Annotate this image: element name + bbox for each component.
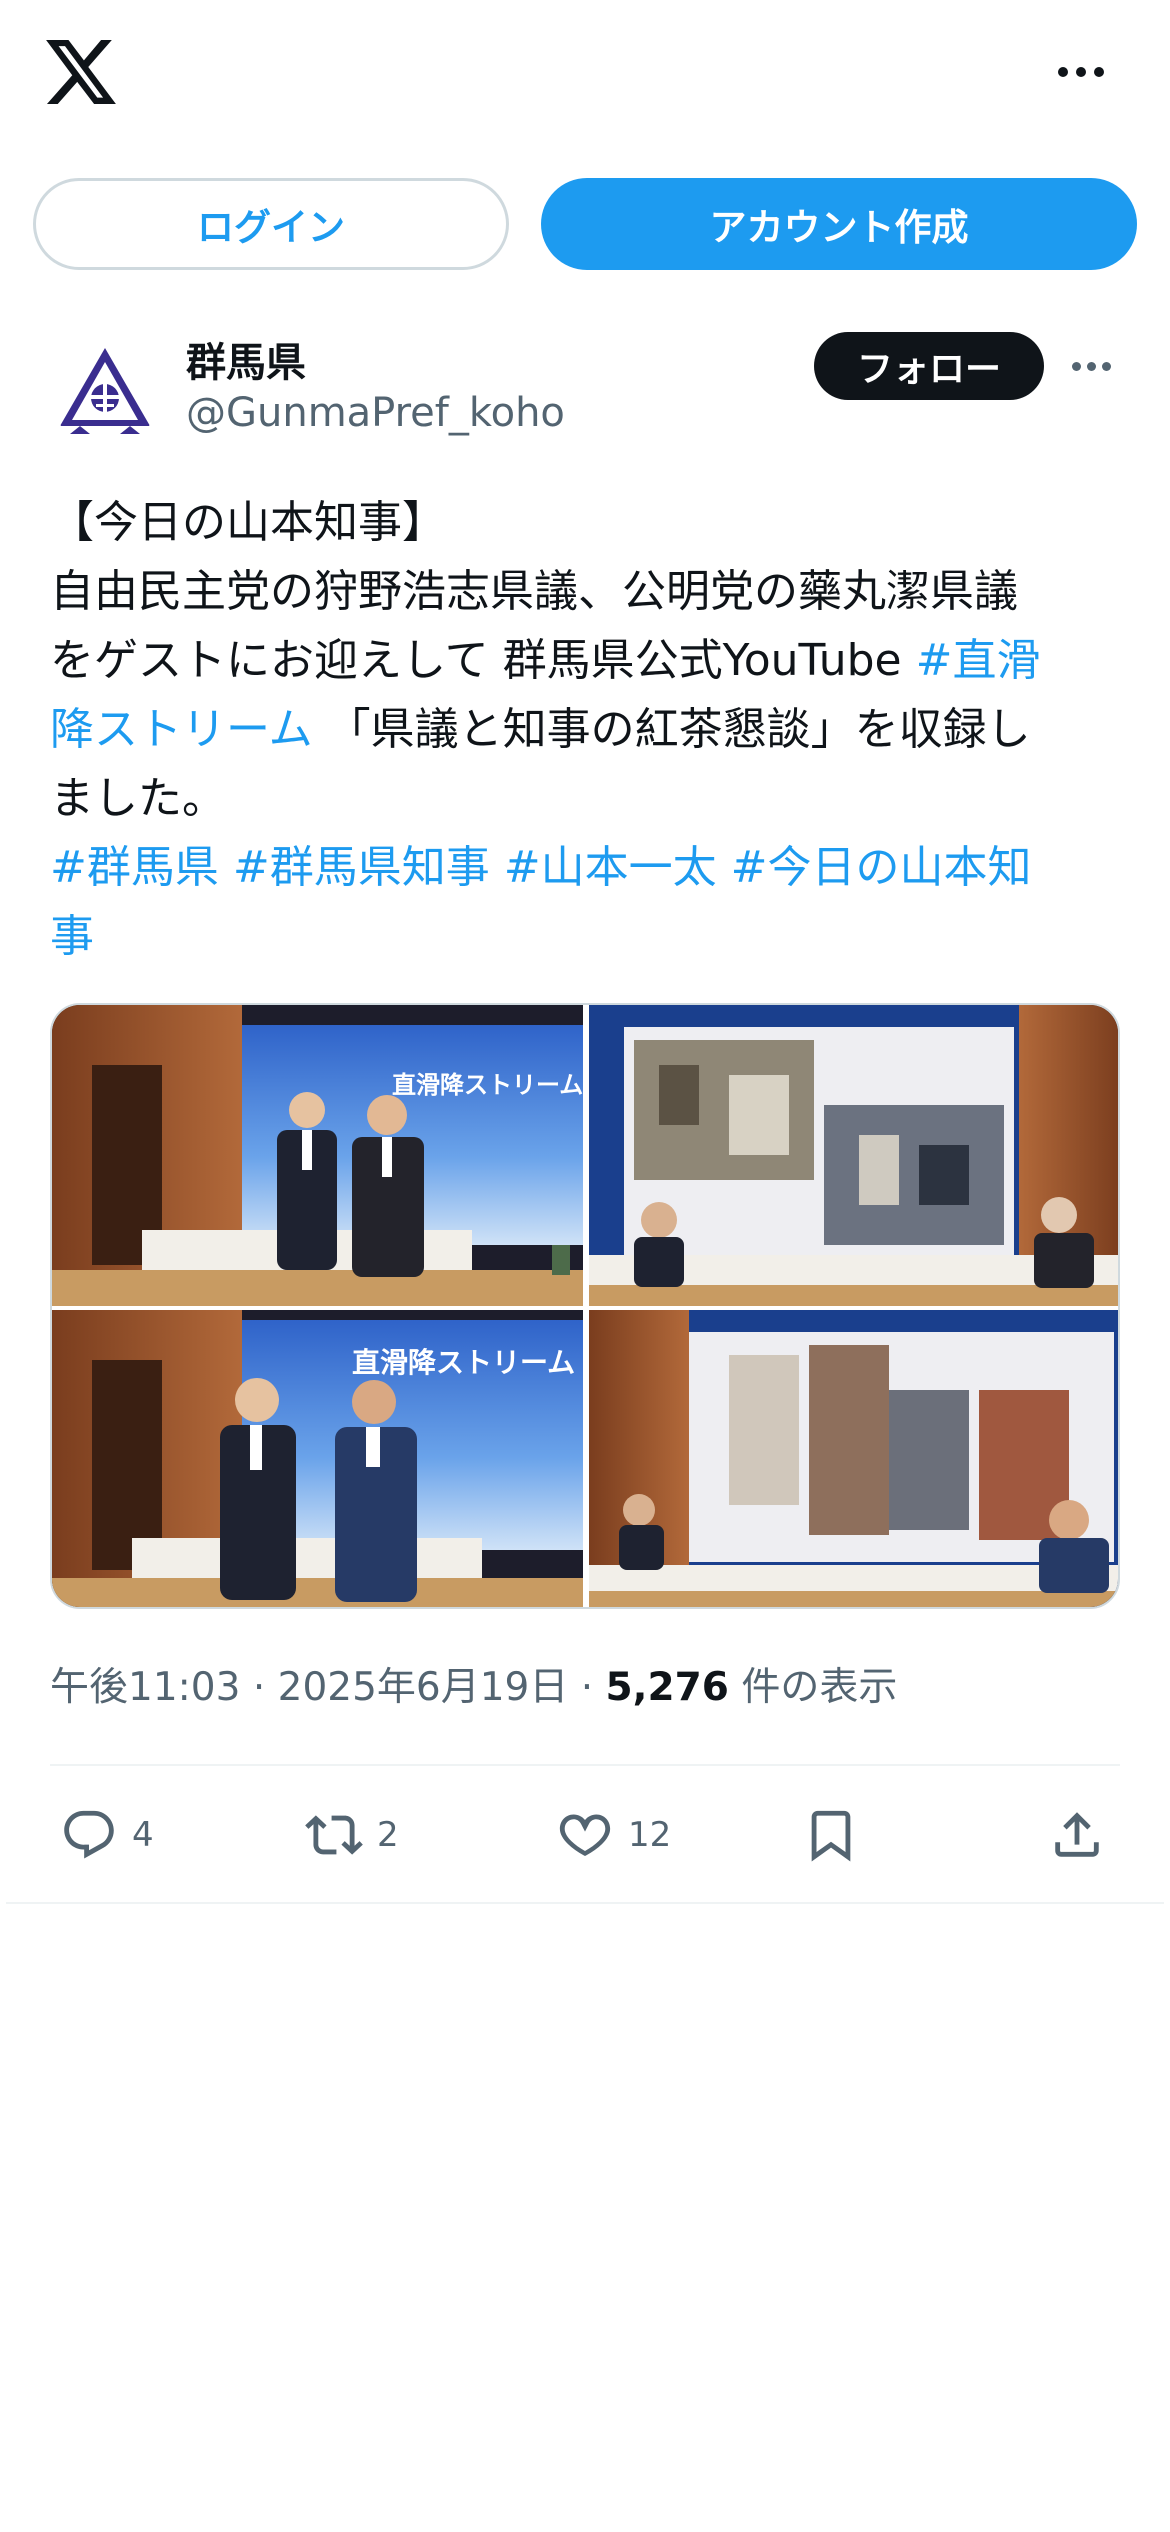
like-button[interactable]: 12 [556,1800,671,1870]
reply-button[interactable]: 4 [60,1800,154,1870]
media-grid: 直滑降ストリーム 直滑降ストリーム [50,1003,1120,1609]
retweet-count: 2 [377,1815,399,1855]
tweet-date[interactable]: 2025年6月19日 [278,1665,569,1710]
tweet-line: ました。 [50,773,226,824]
bookmark-icon [811,1810,851,1862]
hashtag-link[interactable]: #今日の山本知 [731,842,1032,893]
login-button[interactable]: ログイン [33,178,509,270]
hashtag-link[interactable]: #群馬県知事 [233,842,490,893]
top-bar [0,0,1170,150]
divider [50,1764,1120,1766]
tweet-line: 【今日の山本知事】 [50,497,446,548]
banner-text: 直滑降ストリーム [392,1071,583,1099]
more-icon[interactable] [1072,360,1116,372]
tweet-meta: 午後11:03 · 2025年6月19日 · 5,276 件の表示 [50,1656,897,1712]
tweet-text: 【今日の山本知事】 自由民主党の狩野浩志県議、公明党の藥丸潔県議 をゲストにお迎… [50,488,1125,971]
hashtag-link[interactable]: #直滑 [916,635,1041,686]
tweet-text-segment: をゲストにお迎えして 群馬県公式YouTube [50,635,916,686]
tweet-author: 群馬県 @GunmaPref_koho フォロー [0,320,1170,450]
bookmark-button[interactable] [802,1800,860,1870]
share-icon [1055,1812,1099,1857]
display-name[interactable]: 群馬県 [186,330,306,388]
views-count: 5,276 [605,1665,729,1710]
user-handle[interactable]: @GunmaPref_koho [186,390,565,436]
auth-buttons: ログイン アカウント作成 [0,178,1170,272]
hashtag-line: #群馬県 #群馬県知事 #山本一太 #今日の山本知 [50,833,1125,902]
heart-icon [559,1814,611,1857]
reply-icon [64,1810,114,1859]
meta-separator: · [580,1665,594,1710]
tweet-photo[interactable]: 直滑降ストリーム [52,1310,583,1609]
retweet-icon [305,1815,363,1855]
tweet-line: 降ストリーム 「県議と知事の紅茶懇談」を収録し [50,695,1125,764]
hashtag-link[interactable]: 事 [50,902,1125,971]
create-account-button[interactable]: アカウント作成 [541,178,1137,270]
divider [6,1902,1164,1904]
hashtag-link[interactable]: #山本一太 [504,842,717,893]
retweet-button[interactable]: 2 [305,1800,399,1870]
follow-button[interactable]: フォロー [814,332,1044,400]
meta-separator: · [252,1665,266,1710]
tweet-photo[interactable] [589,1310,1120,1609]
banner-text: 直滑降ストリーム [352,1346,575,1379]
tweet-line: をゲストにお迎えして 群馬県公式YouTube #直滑 [50,626,1125,695]
tweet-photo[interactable]: 直滑降ストリーム [52,1005,583,1306]
hashtag-link[interactable]: #群馬県 [50,842,219,893]
hashtag-link[interactable]: 降ストリーム [50,704,313,755]
more-icon[interactable] [1058,64,1110,80]
tweet-line: 自由民主党の狩野浩志県議、公明党の藥丸潔県議 [50,566,1018,617]
share-button[interactable] [1048,1800,1106,1870]
tweet-photo[interactable] [589,1005,1120,1306]
tweet-actions: 4 2 12 [0,1800,1170,1870]
like-count: 12 [628,1815,672,1855]
x-logo-icon[interactable] [46,40,116,104]
views-label: 件の表示 [741,1665,898,1710]
reply-count: 4 [132,1815,154,1855]
tweet-text-segment: 「県議と知事の紅茶懇談」を収録し [312,704,1031,755]
gunma-emblem-icon[interactable] [50,338,160,448]
tweet-time[interactable]: 午後11:03 [50,1665,240,1710]
